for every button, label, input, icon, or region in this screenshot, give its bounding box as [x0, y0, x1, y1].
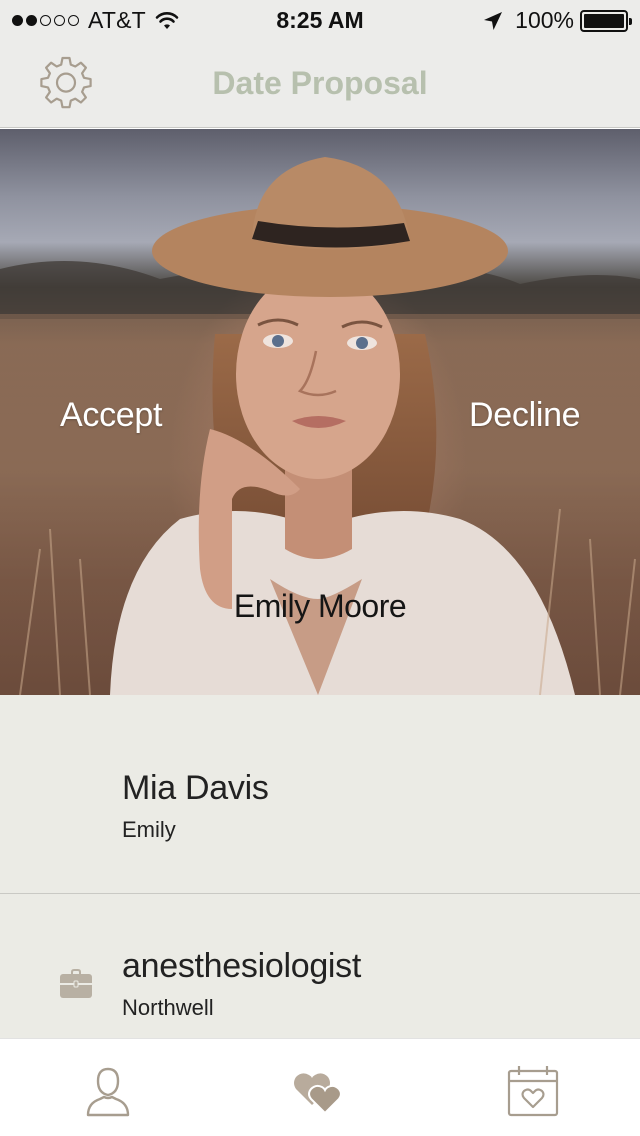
- decline-button[interactable]: Decline: [469, 396, 581, 435]
- page-title: Date Proposal: [212, 65, 428, 101]
- tab-bar: [0, 1038, 640, 1136]
- employer: Northwell: [122, 995, 214, 1020]
- location-arrow-icon: [484, 11, 503, 30]
- name-row: Mia Davis Emily: [0, 695, 640, 894]
- person-icon[interactable]: [80, 1063, 136, 1119]
- battery-icon: [580, 9, 632, 32]
- hearts-icon[interactable]: [290, 1063, 346, 1119]
- profile-name: Mia Davis: [122, 769, 269, 807]
- briefcase-icon: [60, 969, 92, 998]
- occupation-row: anesthesiologist Northwell: [0, 895, 640, 1038]
- occupation: anesthesiologist: [122, 947, 362, 985]
- status-right: 100%: [483, 7, 632, 34]
- profile-subtitle: Emily: [122, 817, 176, 842]
- accept-button[interactable]: Accept: [60, 396, 162, 435]
- profile-info: Mia Davis Emily anesthesiologist Northwe…: [0, 695, 640, 1038]
- profile-photo[interactable]: Accept Decline Emily Moore: [0, 129, 640, 695]
- battery-percent: 100%: [515, 7, 574, 33]
- nav-bar: Date Proposal: [0, 40, 640, 128]
- calendar-heart-icon[interactable]: [505, 1063, 561, 1119]
- status-bar: AT&T 8:25 AM 100%: [0, 0, 640, 40]
- card-name: Emily Moore: [233, 588, 407, 624]
